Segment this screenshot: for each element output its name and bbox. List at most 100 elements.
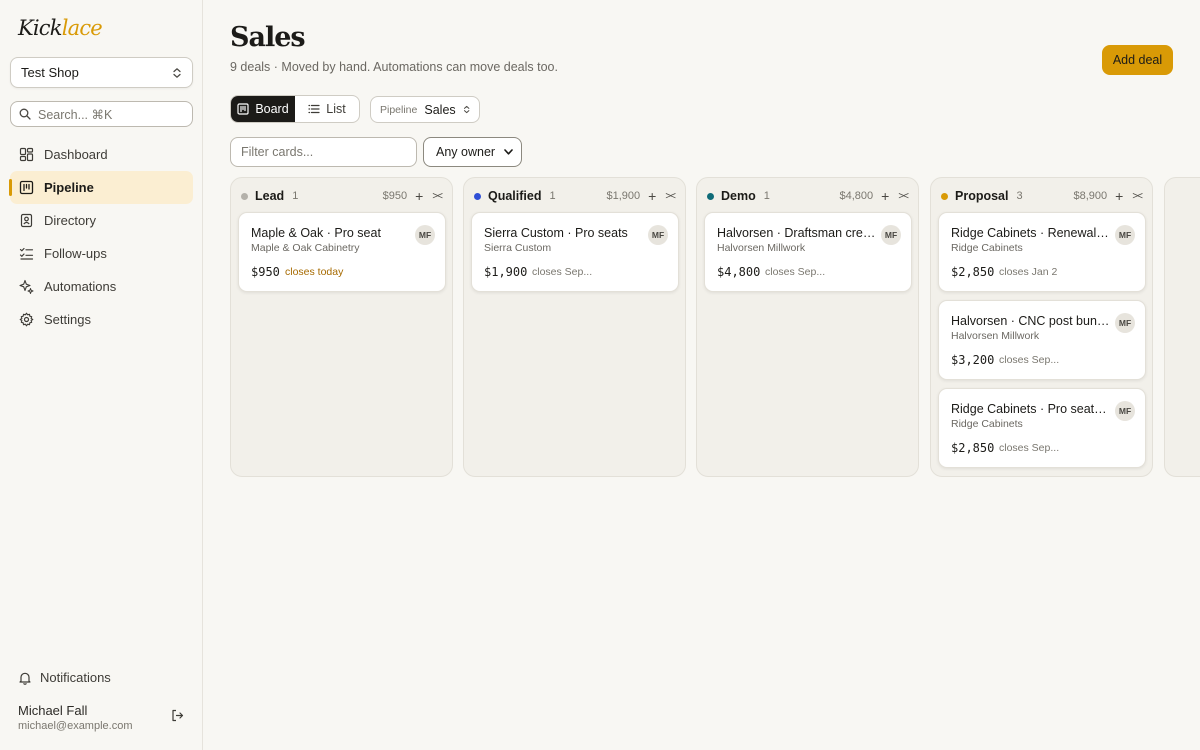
deal-company: Ridge Cabinets: [951, 242, 1023, 254]
deal-close-date: closes Sep...: [765, 266, 826, 278]
follow-ups-icon: [19, 247, 34, 260]
deal-card[interactable]: Maple & Oak · Pro seat Maple & Oak Cabin…: [238, 212, 446, 292]
pipeline-icon: [19, 180, 34, 195]
owner-value: Any owner: [436, 145, 496, 159]
app-logo[interactable]: Kicklace: [18, 16, 103, 40]
column-header: Lead 1 $950 + ><: [231, 178, 452, 214]
logo-main: Kick: [18, 16, 62, 40]
column-name: Qualified: [488, 189, 542, 203]
column-demo: Demo 1 $4,800 + >< Halvorsen · Draftsman…: [696, 177, 919, 477]
column-name: Proposal: [955, 189, 1009, 203]
column-header: Qualified 1 $1,900 + ><: [464, 178, 685, 214]
deal-card[interactable]: Ridge Cabinets · Renewal 2... Ridge Cabi…: [938, 212, 1146, 292]
chevron-up-down-icon: [173, 67, 181, 78]
user-profile: Michael Fall michael@example.com: [18, 703, 133, 732]
sidebar-item-automations[interactable]: Automations: [10, 270, 193, 303]
logout-icon: [172, 709, 184, 722]
deal-title: Halvorsen · CNC post bundle: [951, 314, 1111, 328]
main-content: Sales 9 deals · Moved by hand. Automatio…: [203, 0, 1200, 750]
shop-selector[interactable]: Test Shop: [10, 57, 193, 88]
sidebar-item-settings[interactable]: Settings: [10, 303, 193, 336]
add-card-icon[interactable]: +: [415, 189, 423, 203]
deal-amount: $950: [251, 265, 280, 279]
deal-title: Ridge Cabinets · Renewal 2...: [951, 226, 1111, 240]
collapse-column-icon[interactable]: ><: [1132, 191, 1143, 202]
stage-dot: [941, 192, 948, 200]
search-icon: [19, 108, 31, 120]
deal-card[interactable]: Halvorsen · Draftsman credi... Halvorsen…: [704, 212, 912, 292]
collapse-column-icon[interactable]: ><: [432, 191, 443, 202]
deal-amount: $2,850: [951, 265, 995, 279]
bell-icon: [19, 672, 31, 685]
column-count: 3: [1016, 190, 1023, 202]
add-card-icon[interactable]: +: [1115, 189, 1123, 203]
column-name: Lead: [255, 189, 285, 203]
sidebar-item-follow-ups[interactable]: Follow-ups: [10, 237, 193, 270]
sidebar-nav: Dashboard Pipeline Directory Follow-ups …: [9, 138, 193, 336]
board-view-button[interactable]: Board: [231, 96, 295, 122]
deal-card[interactable]: Ridge Cabinets · Pro seats ×3 Ridge Cabi…: [938, 388, 1146, 468]
shop-name: Test Shop: [21, 65, 79, 80]
pipeline-value: Sales: [424, 102, 456, 117]
deal-card[interactable]: Halvorsen · CNC post bundle Halvorsen Mi…: [938, 300, 1146, 380]
logout-button[interactable]: [171, 709, 184, 727]
sidebar-item-label: Settings: [44, 312, 91, 327]
deal-title: Sierra Custom · Pro seats: [484, 226, 628, 240]
add-card-icon[interactable]: +: [881, 189, 889, 203]
pipeline-selector[interactable]: Pipeline Sales: [370, 96, 480, 123]
board-icon: [237, 103, 249, 115]
deal-title: Halvorsen · Draftsman credi...: [717, 226, 877, 240]
sidebar: Kicklace Test Shop Search... ⌘K Dashboar…: [0, 0, 203, 750]
stage-dot: [474, 192, 481, 200]
list-view-button[interactable]: List: [295, 96, 359, 122]
sidebar-item-label: Follow-ups: [44, 246, 107, 261]
deal-close-date: closes Sep...: [532, 266, 593, 278]
sidebar-item-directory[interactable]: Directory: [10, 204, 193, 237]
owner-avatar: MF: [1115, 225, 1135, 245]
column-lead: Lead 1 $950 + >< Maple & Oak · Pro seat …: [230, 177, 453, 477]
column-name: Demo: [721, 189, 756, 203]
owner-avatar: MF: [1115, 313, 1135, 333]
dashboard-icon: [19, 147, 34, 162]
notifications-link[interactable]: Notifications: [18, 670, 111, 685]
deal-company: Ridge Cabinets: [951, 418, 1023, 430]
directory-icon: [20, 213, 33, 228]
sidebar-item-label: Pipeline: [44, 180, 94, 195]
notifications-label: Notifications: [40, 670, 111, 685]
deal-company: Sierra Custom: [484, 242, 552, 254]
next-column-partial: [1164, 177, 1200, 477]
user-name: Michael Fall: [18, 703, 88, 718]
sidebar-item-dashboard[interactable]: Dashboard: [10, 138, 193, 171]
owner-avatar: MF: [1115, 401, 1135, 421]
deal-company: Halvorsen Millwork: [717, 242, 806, 254]
page-subtitle: 9 deals · Moved by hand. Automations can…: [230, 60, 558, 74]
collapse-column-icon[interactable]: ><: [898, 191, 909, 202]
owner-select[interactable]: Any owner: [423, 137, 522, 167]
deal-amount: $1,900: [484, 265, 528, 279]
page-title: Sales: [230, 22, 306, 53]
deal-company: Halvorsen Millwork: [951, 330, 1040, 342]
deal-close-date: closes today: [285, 266, 344, 278]
column-count: 1: [763, 190, 770, 202]
add-card-icon[interactable]: +: [648, 189, 656, 203]
search-input[interactable]: Search... ⌘K: [10, 101, 193, 127]
deal-amount: $2,850: [951, 441, 995, 455]
column-total: $950: [382, 190, 408, 202]
deal-card[interactable]: Sierra Custom · Pro seats Sierra Custom …: [471, 212, 679, 292]
deal-close-date: closes Jan 2: [999, 266, 1058, 278]
deal-close-date: closes Sep...: [999, 442, 1060, 454]
gear-icon: [19, 312, 34, 327]
pipeline-label: Pipeline: [380, 103, 418, 116]
owner-avatar: MF: [881, 225, 901, 245]
filter-cards-input[interactable]: [230, 137, 417, 167]
sidebar-item-pipeline[interactable]: Pipeline: [9, 171, 193, 204]
board-view-label: Board: [255, 102, 289, 116]
column-proposal: Proposal 3 $8,900 + >< Ridge Cabinets · …: [930, 177, 1153, 477]
column-total: $8,900: [1073, 190, 1108, 202]
collapse-column-icon[interactable]: ><: [665, 191, 676, 202]
stage-dot: [707, 192, 714, 200]
add-deal-button[interactable]: Add deal: [1102, 45, 1173, 75]
deal-title: Maple & Oak · Pro seat: [251, 226, 381, 240]
sidebar-item-label: Dashboard: [44, 147, 108, 162]
sidebar-item-label: Directory: [44, 213, 97, 228]
